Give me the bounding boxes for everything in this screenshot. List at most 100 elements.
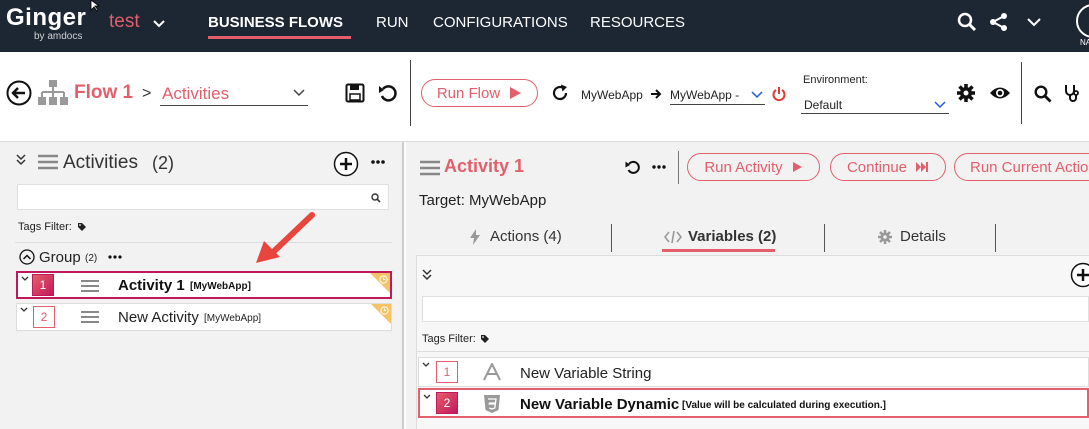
share-icon[interactable] — [989, 12, 1009, 32]
run-current-action-button[interactable]: Run Current Actio — [954, 153, 1089, 181]
search-icon[interactable] — [957, 12, 977, 32]
tab-variables-label: Variables (2) — [688, 228, 777, 245]
back-arrow-icon[interactable] — [6, 80, 32, 106]
activities-count: (2) — [152, 153, 174, 173]
variable-row[interactable]: 1 New Variable String — [418, 357, 1089, 387]
target-application-label: MyWebApp — [581, 88, 643, 102]
refresh-icon[interactable] — [551, 84, 569, 102]
environment-select[interactable]: Default — [801, 96, 949, 114]
fast-forward-icon — [916, 162, 929, 172]
arrow-right-icon — [651, 89, 662, 99]
tab-divider — [824, 224, 825, 252]
activity-target-line: Target: MyWebApp — [419, 192, 547, 209]
environment-label: Environment: — [803, 74, 868, 86]
gear-icon — [878, 229, 892, 244]
tags-filter-label: Tags Filter: — [422, 333, 476, 345]
stethoscope-icon[interactable] — [1063, 84, 1081, 104]
chevron-down-icon[interactable] — [1026, 16, 1042, 28]
list-icon — [420, 160, 440, 176]
breadcrumb-dropdown-underline — [160, 105, 308, 106]
activity-row[interactable]: 1 Activity 1 [MyWebApp] — [16, 271, 392, 299]
tab-details[interactable]: Details — [878, 228, 946, 245]
toolbar-divider — [410, 60, 411, 126]
add-variable-button[interactable] — [1070, 262, 1089, 288]
environment-value: Default — [804, 98, 843, 112]
user-avatar[interactable] — [1076, 4, 1089, 38]
chevron-down-icon[interactable] — [934, 101, 946, 109]
mouse-cursor-icon — [90, 0, 101, 12]
expand-chevron-icon[interactable] — [20, 307, 28, 313]
divider — [416, 351, 1089, 352]
run-flow-label: Run Flow — [436, 84, 501, 102]
top-navigation-bar: Ginger by amdocs test BUSINESS FLOWS RUN… — [0, 0, 1089, 52]
activity-title[interactable]: Activity 1 — [444, 156, 524, 177]
target-mapping-value: MyWebApp - — [670, 88, 740, 102]
tags-filter-label: Tags Filter: — [18, 221, 72, 233]
expand-chevron-icon[interactable] — [21, 276, 29, 282]
chevron-down-icon[interactable] — [152, 18, 166, 30]
save-icon[interactable] — [345, 83, 365, 103]
variable-number: 1 — [436, 361, 458, 383]
group-count: (2) — [85, 253, 98, 264]
expand-chevron-icon[interactable] — [422, 362, 430, 368]
flow-toolbar: Flow 1 > Activities Run Flow MyWebApp My… — [0, 52, 1089, 142]
tab-actions-label: Actions (4) — [490, 228, 562, 245]
add-activity-button[interactable] — [333, 151, 359, 177]
code-icon — [664, 230, 682, 243]
tab-divider — [995, 224, 996, 252]
list-icon — [38, 154, 58, 170]
tab-variables[interactable]: Variables (2) — [664, 228, 776, 245]
drag-handle-icon[interactable] — [81, 279, 99, 293]
activity-row[interactable]: 2 New Activity [MyWebApp] — [16, 303, 392, 331]
annotation-arrow — [256, 212, 315, 263]
run-activity-button[interactable]: Run Activity — [687, 153, 820, 181]
app-logo-subtitle: by amdocs — [34, 31, 83, 42]
more-options-icon[interactable] — [652, 165, 666, 169]
nav-run[interactable]: RUN — [376, 14, 409, 31]
gear-icon[interactable] — [956, 83, 976, 103]
drag-handle-icon[interactable] — [81, 310, 99, 324]
tag-icon[interactable] — [480, 334, 490, 344]
variable-name: New Variable String — [520, 365, 652, 382]
letter-a-icon — [483, 363, 501, 381]
clock-icon — [379, 275, 388, 284]
tag-icon[interactable] — [77, 222, 87, 232]
run-activity-label: Run Activity — [704, 158, 783, 176]
activities-search-input[interactable] — [17, 184, 389, 210]
activity-target: [MyWebApp] — [204, 313, 262, 324]
expand-chevron-icon[interactable] — [423, 394, 431, 400]
search-icon[interactable] — [371, 193, 381, 203]
clock-icon — [380, 306, 389, 315]
more-options-icon[interactable] — [371, 160, 385, 164]
group-collapse-icon[interactable] — [19, 249, 35, 265]
search-icon[interactable] — [1034, 85, 1052, 103]
app-logo: Ginger — [6, 4, 87, 31]
variables-search-input[interactable] — [422, 296, 1089, 322]
nav-configurations[interactable]: CONFIGURATIONS — [433, 14, 568, 31]
divider — [15, 242, 392, 243]
undo-icon[interactable] — [378, 83, 398, 103]
tab-actions[interactable]: Actions (4) — [470, 228, 562, 245]
chevron-down-icon[interactable] — [293, 89, 305, 97]
collapse-all-icon[interactable] — [421, 269, 433, 281]
chevron-down-icon[interactable] — [751, 91, 763, 99]
more-options-icon[interactable] — [108, 255, 122, 259]
nav-business-flows[interactable]: BUSINESS FLOWS — [208, 14, 343, 31]
collapse-all-icon[interactable] — [15, 154, 27, 166]
toolbar-divider — [678, 151, 679, 184]
solution-selector[interactable]: test — [109, 11, 140, 33]
breadcrumb-separator: > — [142, 85, 152, 102]
nav-resources[interactable]: RESOURCES — [590, 14, 685, 31]
breadcrumb-flow-name[interactable]: Flow 1 — [74, 82, 133, 104]
eye-icon[interactable] — [989, 85, 1011, 101]
power-icon[interactable] — [772, 86, 786, 102]
activity-name: New Activity — [118, 309, 199, 326]
tab-divider — [611, 224, 612, 252]
run-flow-button[interactable]: Run Flow — [421, 79, 538, 107]
activity-target: [MyWebApp] — [190, 281, 251, 292]
variable-number: 2 — [436, 392, 458, 414]
undo-icon[interactable] — [625, 159, 641, 175]
variable-row[interactable]: 2 New Variable Dynamic [Value will be ca… — [418, 388, 1089, 418]
continue-button[interactable]: Continue — [830, 153, 946, 181]
breadcrumb-current-view[interactable]: Activities — [162, 84, 229, 104]
